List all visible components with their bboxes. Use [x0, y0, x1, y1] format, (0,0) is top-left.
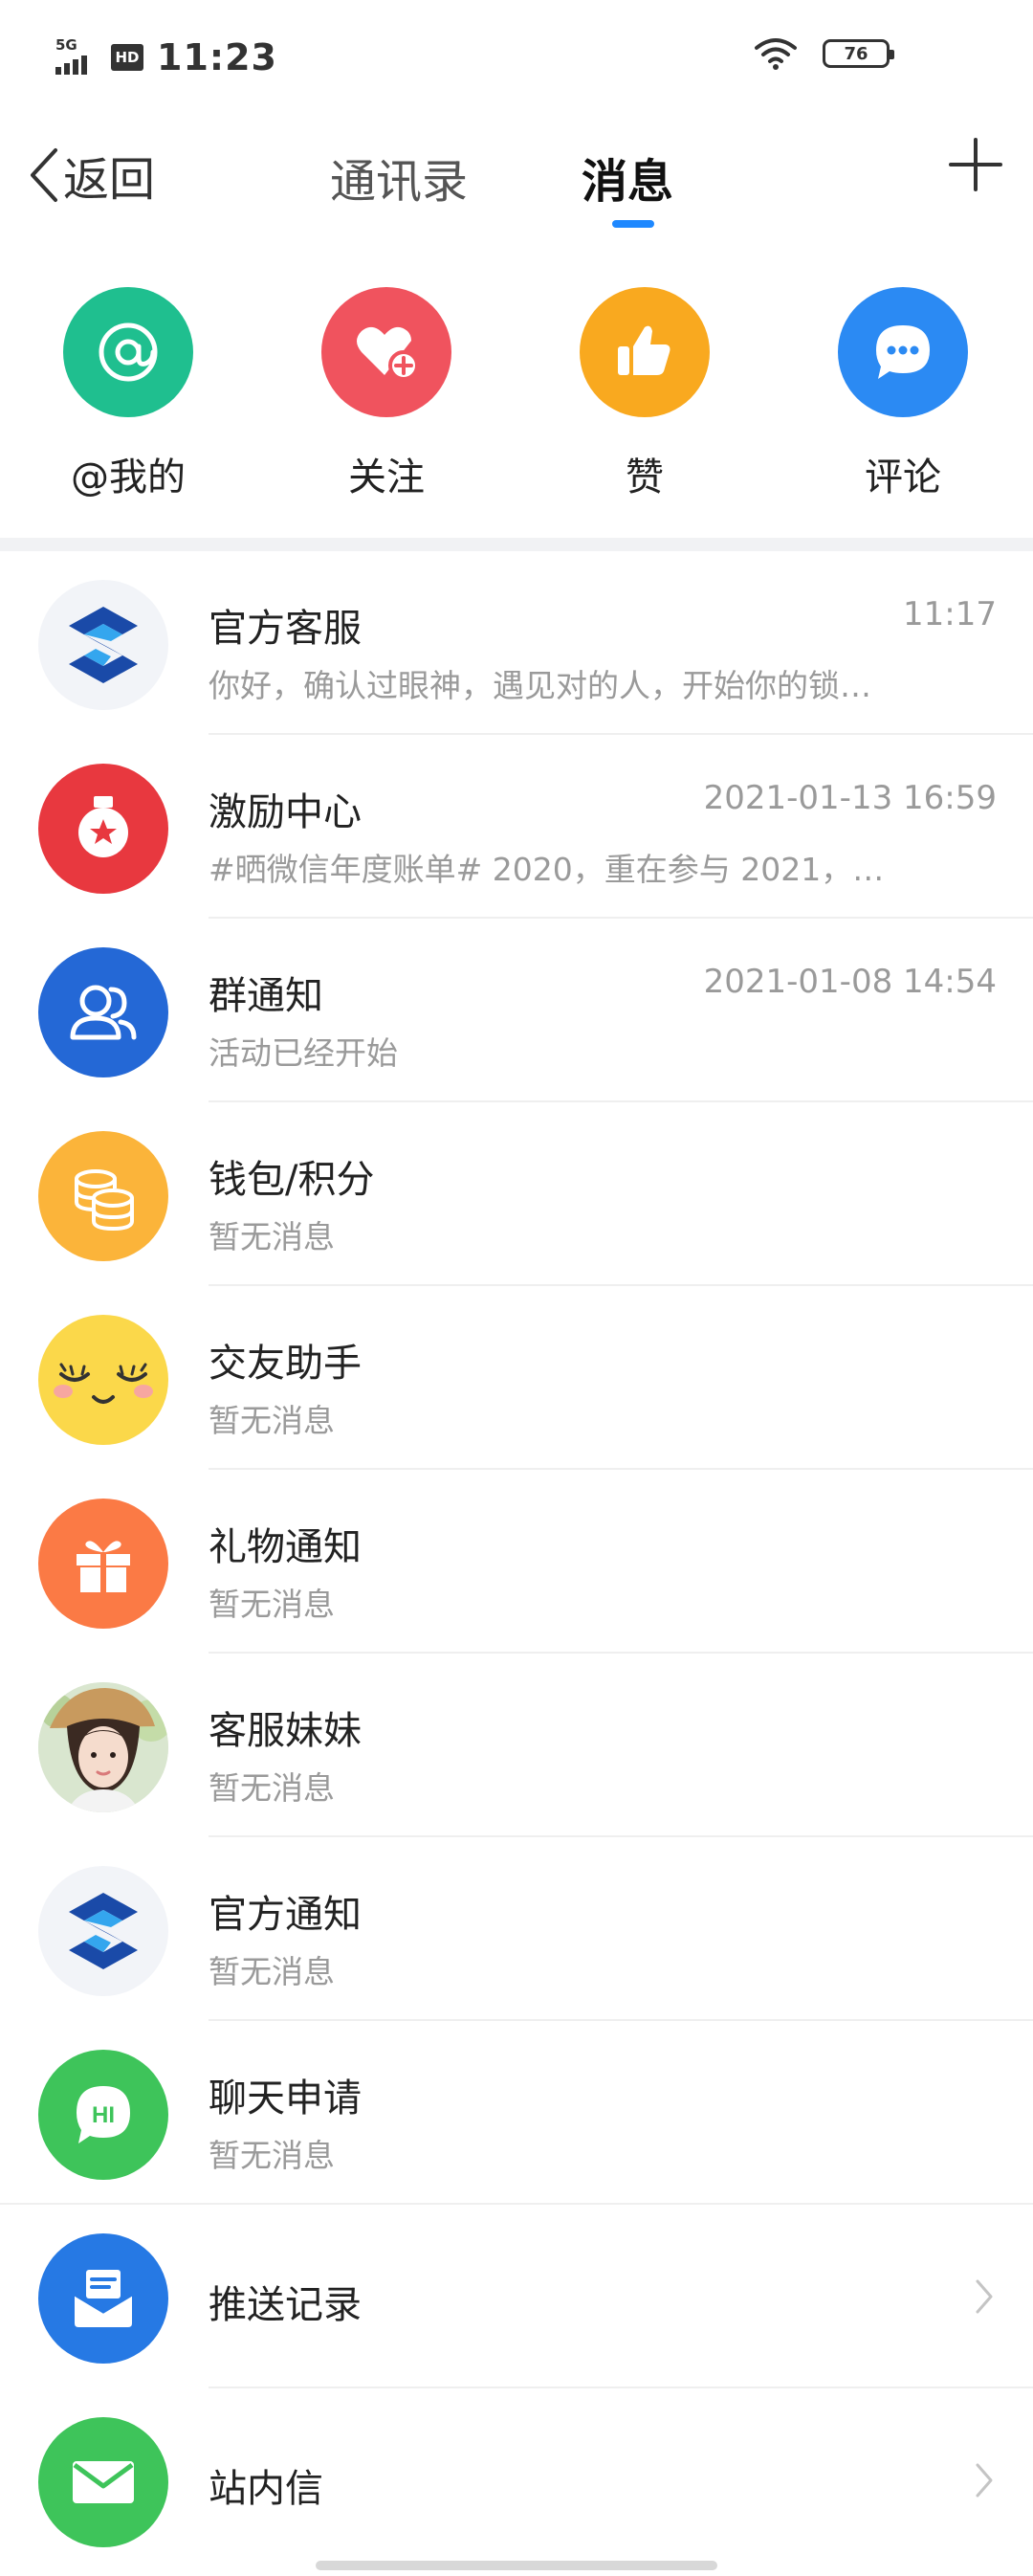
status-left: 5G HD 11:23 — [55, 36, 277, 78]
quick-action-at-me[interactable]: @我的 — [33, 287, 224, 501]
active-tab-indicator — [612, 220, 654, 228]
message-preview: 你好，确认过眼神，遇见对的人，开始你的锁… — [209, 667, 871, 704]
chevron-right-icon — [976, 2463, 993, 2498]
heart-plus-icon — [321, 287, 451, 417]
network-type: 5G — [55, 36, 77, 54]
quick-actions: @我的 关注 赞 评论 — [0, 287, 1033, 507]
battery-icon: 76 — [823, 39, 894, 68]
chevron-left-icon — [31, 148, 57, 202]
quick-action-comment[interactable]: 评论 — [807, 287, 999, 501]
official-logo-icon — [38, 580, 168, 710]
message-title: 礼物通知 — [209, 1525, 362, 1569]
message-preview: 暂无消息 — [209, 1402, 335, 1439]
quick-action-label: 赞 — [626, 455, 664, 500]
hi-chat-icon: HI — [38, 2050, 168, 2180]
signal-icon: 5G — [55, 36, 98, 78]
link-title: 站内信 — [209, 2467, 323, 2511]
gift-icon — [38, 1499, 168, 1629]
message-preview: 暂无消息 — [209, 1586, 335, 1623]
message-row-official-notice[interactable]: 官方通知 暂无消息 — [0, 1837, 1033, 2021]
message-title: 交友助手 — [209, 1342, 362, 1386]
message-time: 2021-01-08 14:54 — [703, 963, 997, 1001]
message-preview: 暂无消息 — [209, 1769, 335, 1807]
quick-action-label: 评论 — [865, 455, 941, 500]
message-preview: 暂无消息 — [209, 1953, 335, 1990]
message-time: 11:17 — [903, 595, 997, 633]
coins-icon — [38, 1131, 168, 1261]
official-logo-icon — [38, 1866, 168, 1996]
message-row-wallet-points[interactable]: 钱包/积分 暂无消息 — [0, 1102, 1033, 1286]
message-title: 群通知 — [209, 974, 323, 1018]
quick-action-label: 关注 — [348, 455, 425, 500]
svg-text:HI: HI — [92, 2102, 115, 2128]
user-avatar-icon — [38, 1682, 168, 1812]
message-title: 官方客服 — [209, 607, 362, 651]
message-title: 聊天申请 — [209, 2076, 362, 2121]
message-preview: 暂无消息 — [209, 1218, 335, 1255]
group-icon — [38, 947, 168, 1077]
message-row-group-notice[interactable]: 群通知 活动已经开始 2021-01-08 14:54 — [0, 919, 1033, 1102]
status-right: 76 — [754, 36, 894, 71]
link-title: 推送记录 — [209, 2283, 362, 2327]
status-bar: 5G HD 11:23 76 — [0, 0, 1033, 115]
message-title: 钱包/积分 — [209, 1158, 375, 1202]
back-button[interactable]: 返回 — [27, 142, 155, 209]
wifi-icon — [755, 38, 797, 70]
chevron-right-icon — [976, 2279, 993, 2314]
hd-badge: HD — [111, 44, 143, 71]
battery-level: 76 — [844, 43, 868, 64]
tab-messages[interactable]: 消息 — [582, 144, 673, 211]
message-row-service-girl[interactable]: 客服妹妹 暂无消息 — [0, 1654, 1033, 1837]
message-title: 激励中心 — [209, 790, 362, 834]
message-row-dating-assistant[interactable]: 交友助手 暂无消息 — [0, 1286, 1033, 1470]
plus-icon[interactable] — [947, 136, 1004, 193]
message-time: 2021-01-13 16:59 — [703, 779, 997, 817]
at-icon — [63, 287, 193, 417]
medal-icon — [38, 764, 168, 894]
quick-action-label: @我的 — [71, 455, 186, 500]
message-row-chat-request[interactable]: HI 聊天申请 暂无消息 — [0, 2021, 1033, 2205]
tab-contacts[interactable]: 通讯录 — [330, 144, 468, 211]
nav-bar: 返回 通讯录 消息 — [0, 124, 1033, 230]
message-title: 客服妹妹 — [209, 1709, 362, 1753]
comment-icon — [838, 287, 968, 417]
message-row-official-service[interactable]: 官方客服 你好，确认过眼神，遇见对的人，开始你的锁… 11:17 — [0, 551, 1033, 735]
message-row-gift-notice[interactable]: 礼物通知 暂无消息 — [0, 1470, 1033, 1654]
link-row-site-mail[interactable]: 站内信 — [0, 2388, 1033, 2572]
message-preview: #晒微信年度账单# 2020，重在参与 2021，… — [209, 851, 885, 888]
message-preview: 暂无消息 — [209, 2137, 335, 2174]
section-divider — [0, 538, 1033, 551]
push-inbox-icon — [38, 2233, 168, 2364]
quick-action-like[interactable]: 赞 — [549, 287, 740, 501]
message-list: 官方客服 你好，确认过眼神，遇见对的人，开始你的锁… 11:17 激励中心 #晒… — [0, 551, 1033, 2572]
status-time: 11:23 — [157, 36, 277, 78]
home-indicator — [316, 2561, 717, 2570]
message-preview: 活动已经开始 — [209, 1034, 398, 1072]
smiley-icon — [38, 1315, 168, 1445]
envelope-icon — [38, 2417, 168, 2547]
link-row-push-records[interactable]: 推送记录 — [0, 2205, 1033, 2388]
back-label: 返回 — [63, 153, 156, 207]
quick-action-follow[interactable]: 关注 — [291, 287, 482, 501]
message-title: 官方通知 — [209, 1893, 362, 1937]
thumbs-up-icon — [580, 287, 710, 417]
message-row-incentive-center[interactable]: 激励中心 #晒微信年度账单# 2020，重在参与 2021，… 2021-01-… — [0, 735, 1033, 919]
